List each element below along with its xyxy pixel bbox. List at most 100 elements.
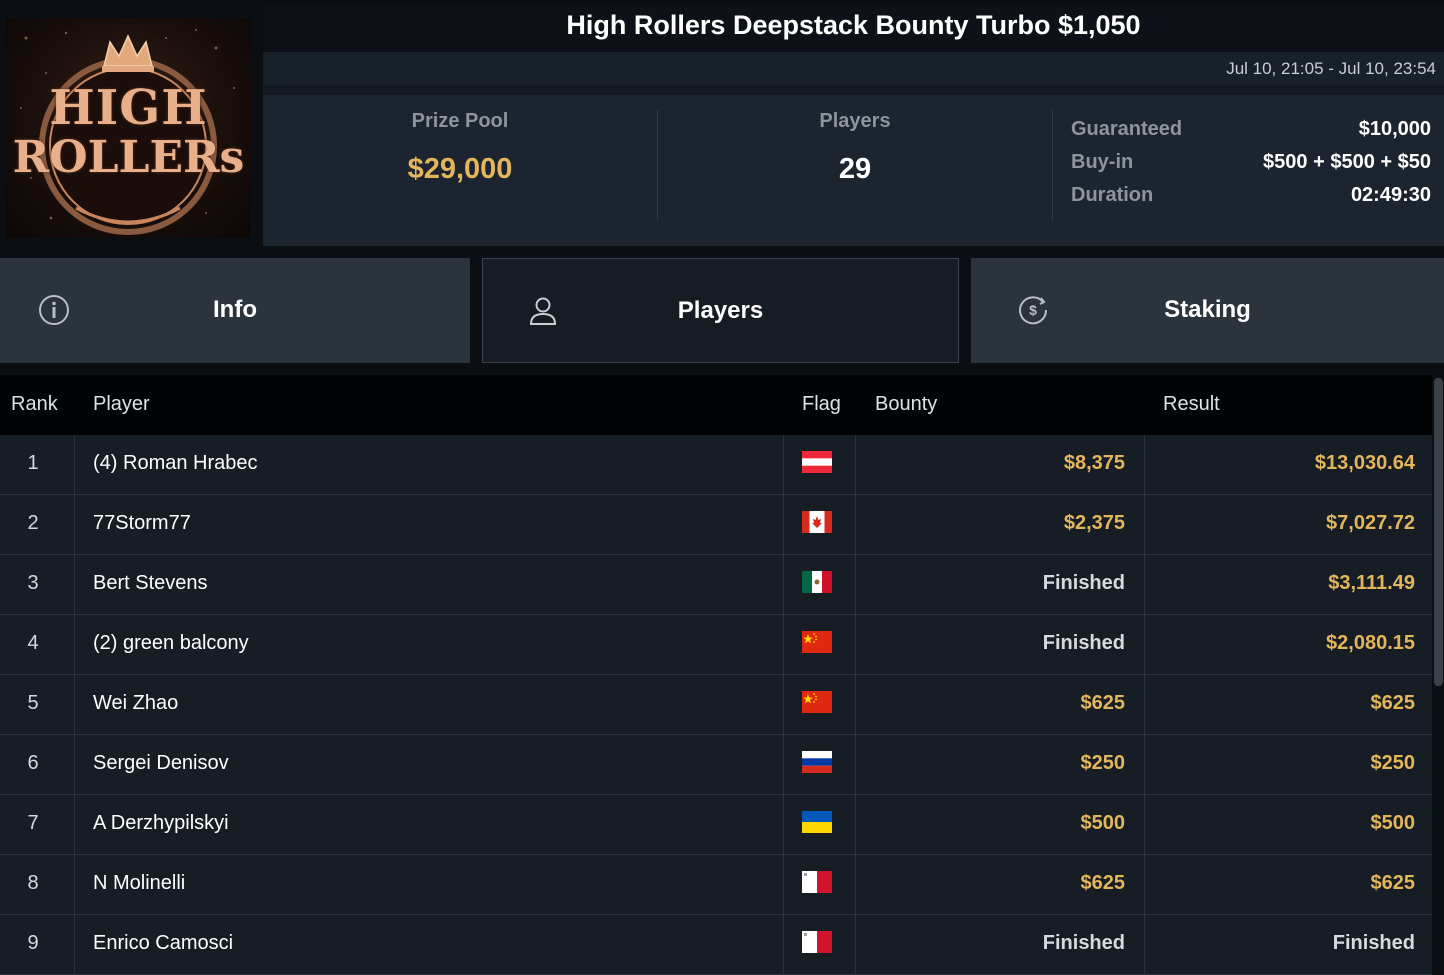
- column-divider: [1144, 435, 1145, 494]
- rank-cell: 1: [27, 452, 39, 474]
- column-divider: [1144, 915, 1145, 974]
- table-row[interactable]: 3 Bert Stevens Finished $3,111.49: [0, 555, 1432, 615]
- column-divider: [855, 675, 856, 734]
- column-header-flag[interactable]: Flag: [802, 393, 841, 416]
- column-divider: [74, 735, 75, 794]
- result-cell: $500: [1370, 812, 1416, 834]
- canada-flag-icon: [802, 511, 832, 533]
- rank-cell: 4: [27, 632, 39, 654]
- bounty-cell: Finished: [1042, 932, 1125, 954]
- bounty-cell: Finished: [1042, 572, 1125, 594]
- tournament-details: Guaranteed $10,000 Buy-in $500 + $500 + …: [1071, 118, 1431, 217]
- player-name[interactable]: Enrico Camosci: [93, 932, 233, 955]
- column-divider: [783, 855, 784, 914]
- bounty-cell: $625: [1080, 692, 1126, 714]
- column-divider: [1144, 795, 1145, 854]
- detail-guaranteed: Guaranteed $10,000: [1071, 118, 1431, 151]
- player-name[interactable]: Wei Zhao: [93, 692, 178, 715]
- rank-cell: 2: [27, 512, 39, 534]
- result-cell: $7,027.72: [1326, 512, 1415, 534]
- detail-value: 02:49:30: [1350, 184, 1431, 206]
- column-divider: [783, 675, 784, 734]
- detail-label: Duration: [1071, 184, 1154, 206]
- players-stat: Players 29: [658, 110, 1052, 186]
- column-divider: [783, 555, 784, 614]
- column-divider: [74, 555, 75, 614]
- column-divider: [855, 615, 856, 674]
- tab-players[interactable]: Players: [482, 258, 959, 363]
- tournament-header: HIGH ROLLERs High Rollers Deepstack Boun…: [0, 0, 1444, 246]
- players-table-body: 1 (4) Roman Hrabec $8,375 $13,030.64 2 77Stor…: [0, 435, 1432, 975]
- column-divider: [855, 795, 856, 854]
- scrollbar-thumb[interactable]: [1434, 378, 1443, 686]
- result-cell: $250: [1370, 752, 1416, 774]
- logo-text-rollers: ROLLERs: [12, 132, 245, 183]
- rank-cell: 6: [27, 752, 39, 774]
- russia-flag-icon: [802, 751, 832, 773]
- bounty-cell: $500: [1080, 812, 1126, 834]
- column-divider: [1144, 495, 1145, 554]
- detail-value: $500 + $500 + $50: [1263, 151, 1431, 173]
- player-name[interactable]: (4) Roman Hrabec: [93, 452, 258, 475]
- column-divider: [855, 915, 856, 974]
- malta-flag-icon: [802, 871, 832, 893]
- player-name[interactable]: (2) green balcony: [93, 632, 249, 655]
- detail-buy-in: Buy-in $500 + $500 + $50: [1071, 151, 1431, 184]
- prize-pool-stat: Prize Pool $29,000: [263, 110, 657, 186]
- result-cell: $625: [1370, 872, 1416, 894]
- rank-cell: 9: [27, 932, 39, 954]
- player-name[interactable]: N Molinelli: [93, 872, 185, 895]
- table-row[interactable]: 9 Enrico Camosci Finished Finished: [0, 915, 1432, 975]
- column-divider: [783, 435, 784, 494]
- tournament-title: High Rollers Deepstack Bounty Turbo $1,0…: [566, 10, 1141, 40]
- prize-pool-label: Prize Pool: [411, 110, 509, 132]
- column-divider: [855, 735, 856, 794]
- column-divider: [1144, 735, 1145, 794]
- prize-pool-value: $29,000: [407, 153, 513, 185]
- china-flag-icon: [802, 691, 832, 713]
- table-row[interactable]: 2 77Storm77 $2,375 $7,027.72: [0, 495, 1432, 555]
- tab-label: Players: [677, 297, 764, 324]
- player-name[interactable]: Sergei Denisov: [93, 752, 229, 775]
- column-header-result[interactable]: Result: [1163, 393, 1220, 416]
- detail-duration: Duration 02:49:30: [1071, 184, 1431, 217]
- logo-text-high: HIGH: [49, 80, 208, 136]
- bounty-cell: $625: [1080, 872, 1126, 894]
- column-divider: [783, 615, 784, 674]
- table-row[interactable]: 4 (2) green balcony Finished $2,080.15: [0, 615, 1432, 675]
- column-divider: [855, 435, 856, 494]
- tab-label: Info: [213, 296, 257, 323]
- result-cell: $3,111.49: [1328, 572, 1415, 594]
- ukraine-flag-icon: [802, 811, 832, 833]
- table-row[interactable]: 6 Sergei Denisov $250 $250: [0, 735, 1432, 795]
- bounty-cell: $8,375: [1063, 452, 1125, 474]
- column-divider: [1144, 675, 1145, 734]
- column-divider: [1144, 615, 1145, 674]
- column-divider: [855, 495, 856, 554]
- table-row[interactable]: 5 Wei Zhao $625 $625: [0, 675, 1432, 735]
- table-row[interactable]: 8 N Molinelli $625 $625: [0, 855, 1432, 915]
- rank-cell: 7: [27, 812, 39, 834]
- column-divider: [74, 615, 75, 674]
- column-header-bounty[interactable]: Bounty: [875, 393, 937, 416]
- table-row[interactable]: 7 A Derzhypilskyi $500 $500: [0, 795, 1432, 855]
- player-name[interactable]: A Derzhypilskyi: [93, 812, 229, 835]
- column-divider: [783, 795, 784, 854]
- column-divider: [783, 735, 784, 794]
- high-rollers-logo: HIGH ROLLERs: [6, 18, 251, 238]
- austria-flag-icon: [802, 451, 832, 473]
- column-divider: [855, 555, 856, 614]
- tab-info[interactable]: Info: [0, 258, 470, 363]
- player-name[interactable]: Bert Stevens: [93, 572, 208, 595]
- result-cell: $2,080.15: [1326, 632, 1415, 654]
- column-divider: [74, 675, 75, 734]
- stats-divider: [1052, 110, 1053, 220]
- rank-cell: 3: [27, 572, 39, 594]
- detail-label: Guaranteed: [1071, 118, 1183, 140]
- player-name[interactable]: 77Storm77: [93, 512, 191, 535]
- column-header-rank[interactable]: Rank: [11, 393, 58, 416]
- column-divider: [1144, 555, 1145, 614]
- table-row[interactable]: 1 (4) Roman Hrabec $8,375 $13,030.64: [0, 435, 1432, 495]
- tab-staking[interactable]: $ Staking: [971, 258, 1444, 363]
- column-header-player[interactable]: Player: [93, 393, 150, 416]
